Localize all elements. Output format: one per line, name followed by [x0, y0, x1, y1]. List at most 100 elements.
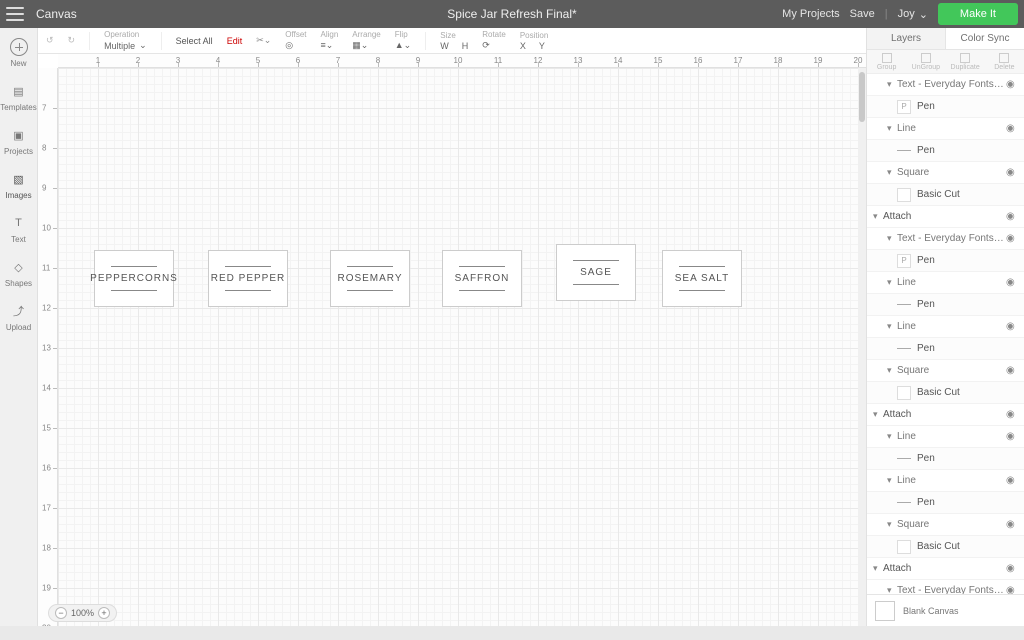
spice-label-card[interactable]: ROSEMARY: [330, 250, 410, 307]
duplicate-action[interactable]: Duplicate: [946, 50, 985, 73]
edit-dropdown-icon[interactable]: ✂︎⌄: [256, 35, 271, 46]
right-panel: Layers Color Sync Group UnGroup Duplicat…: [866, 28, 1024, 626]
project-title[interactable]: Spice Jar Refresh Final*: [447, 7, 576, 21]
layer-group-row[interactable]: ▾Line◉: [867, 316, 1024, 338]
visibility-icon[interactable]: ◉: [1006, 475, 1018, 486]
save-button[interactable]: Save: [850, 8, 875, 20]
layer-group-row[interactable]: ▾Square◉: [867, 360, 1024, 382]
tab-colorsync[interactable]: Color Sync: [946, 28, 1024, 49]
visibility-icon[interactable]: ◉: [1006, 123, 1018, 134]
ungroup-action[interactable]: UnGroup: [906, 50, 945, 73]
offset-group[interactable]: Offset ◎: [285, 30, 306, 51]
scrollbar-thumb[interactable]: [859, 72, 865, 122]
ruler-h-number: 14: [614, 56, 623, 65]
layer-item-row[interactable]: Pen: [867, 448, 1024, 470]
layer-item-row[interactable]: PPen: [867, 96, 1024, 118]
layer-group-row[interactable]: ▾Attach◉: [867, 206, 1024, 228]
layer-group-row[interactable]: ▾Square◉: [867, 162, 1024, 184]
operation-group[interactable]: Operation Multiple ⌄: [104, 30, 147, 51]
spice-label-card[interactable]: SAFFRON: [442, 250, 522, 307]
layer-group-row[interactable]: ▾Line◉: [867, 426, 1024, 448]
vertical-scrollbar[interactable]: [858, 68, 866, 626]
tab-layers[interactable]: Layers: [867, 28, 946, 49]
edit-button[interactable]: Edit: [227, 36, 243, 46]
visibility-icon[interactable]: ◉: [1006, 563, 1018, 574]
rail-text[interactable]: T Text: [0, 214, 37, 244]
rule-line: [459, 290, 505, 291]
visibility-icon[interactable]: ◉: [1006, 519, 1018, 530]
spice-label-card[interactable]: SAGE: [556, 244, 636, 301]
visibility-icon[interactable]: ◉: [1006, 167, 1018, 178]
layer-group-row[interactable]: ▾Line◉: [867, 118, 1024, 140]
spice-label-card[interactable]: RED PEPPER: [208, 250, 288, 307]
visibility-icon[interactable]: ◉: [1006, 233, 1018, 244]
spice-label-text: RED PEPPER: [211, 267, 285, 290]
visibility-icon[interactable]: ◉: [1006, 365, 1018, 376]
layer-item-row[interactable]: PPen: [867, 250, 1024, 272]
visibility-icon[interactable]: ◉: [1006, 79, 1018, 90]
layer-list[interactable]: ▾Text - Everyday Fonts - A...◉PPen▾Line◉…: [867, 74, 1024, 594]
layer-item-row[interactable]: Basic Cut: [867, 536, 1024, 558]
machine-select[interactable]: Joy ⌄: [898, 8, 928, 21]
visibility-icon[interactable]: ◉: [1006, 409, 1018, 420]
layer-group-row[interactable]: ▾Text - Everyday Fonts - A...◉: [867, 580, 1024, 594]
size-label: Size: [440, 31, 456, 40]
layer-group-row[interactable]: ▾Line◉: [867, 272, 1024, 294]
align-group[interactable]: Align ≡⌄: [321, 30, 339, 51]
my-projects-link[interactable]: My Projects: [782, 8, 839, 20]
layer-item-row[interactable]: Pen: [867, 492, 1024, 514]
layer-item-row[interactable]: Pen: [867, 140, 1024, 162]
visibility-icon[interactable]: ◉: [1006, 277, 1018, 288]
zoom-in-button[interactable]: +: [98, 607, 110, 619]
spice-label-card[interactable]: PEPPERCORNS: [94, 250, 174, 307]
layer-group-row[interactable]: ▾Text - Everyday Fonts - A...◉: [867, 74, 1024, 96]
align-icon: ≡⌄: [321, 40, 334, 51]
delete-action[interactable]: Delete: [985, 50, 1024, 73]
layer-item-row[interactable]: Basic Cut: [867, 184, 1024, 206]
rotate-group[interactable]: Rotate ⟳: [482, 30, 506, 51]
size-group[interactable]: Size W H: [440, 31, 468, 51]
layer-item-row[interactable]: Basic Cut: [867, 382, 1024, 404]
rail-upload[interactable]: ⤴ Upload: [0, 302, 37, 332]
ruler-h-number: 8: [376, 56, 380, 65]
visibility-icon[interactable]: ◉: [1006, 585, 1018, 594]
select-all-button[interactable]: Select All: [176, 36, 213, 46]
layer-group-row[interactable]: ▾Attach◉: [867, 558, 1024, 580]
rail-images[interactable]: ▧ Images: [0, 170, 37, 200]
redo-icon[interactable]: ↻: [68, 35, 76, 46]
visibility-icon[interactable]: ◉: [1006, 431, 1018, 442]
layer-thumb: [897, 188, 911, 202]
visibility-icon[interactable]: ◉: [1006, 321, 1018, 332]
position-label: Position: [520, 31, 548, 40]
text-icon: T: [10, 214, 28, 232]
layer-item-row[interactable]: Pen: [867, 338, 1024, 360]
rail-templates[interactable]: ▤ Templates: [0, 82, 37, 112]
make-it-button[interactable]: Make It: [938, 3, 1018, 25]
layer-group-row[interactable]: ▾Line◉: [867, 470, 1024, 492]
rail-projects[interactable]: ▣ Projects: [0, 126, 37, 156]
ruler-h-number: 1: [96, 56, 100, 65]
visibility-icon[interactable]: ◉: [1006, 211, 1018, 222]
menu-icon[interactable]: [6, 7, 24, 21]
offset-label: Offset: [285, 30, 306, 39]
layer-label: Pen: [917, 145, 1018, 156]
rail-shapes[interactable]: ◇ Shapes: [0, 258, 37, 288]
layer-group-row[interactable]: ▾Text - Everyday Fonts - A...◉: [867, 228, 1024, 250]
zoom-out-button[interactable]: −: [55, 607, 67, 619]
layer-label: Pen: [917, 299, 1018, 310]
layer-group-row[interactable]: ▾Attach◉: [867, 404, 1024, 426]
group-action[interactable]: Group: [867, 50, 906, 73]
ruler-h-number: 18: [774, 56, 783, 65]
arrange-group[interactable]: Arrange ▦⌄: [352, 30, 380, 51]
spice-label-card[interactable]: SEA SALT: [662, 250, 742, 307]
zoom-control[interactable]: − 100% +: [48, 604, 117, 622]
line-thumb: [897, 458, 911, 460]
flip-group[interactable]: Flip ▲⌄: [395, 30, 411, 51]
rail-new[interactable]: New: [0, 38, 37, 68]
canvas[interactable]: PEPPERCORNS RED PEPPER ROSEMARY SAFFRON SAGE…: [58, 68, 866, 626]
position-group[interactable]: Position X Y: [520, 31, 548, 51]
layer-item-row[interactable]: Pen: [867, 294, 1024, 316]
undo-icon[interactable]: ↺: [46, 35, 54, 46]
layer-group-row[interactable]: ▾Square◉: [867, 514, 1024, 536]
blank-canvas-row[interactable]: Blank Canvas: [867, 594, 1024, 626]
